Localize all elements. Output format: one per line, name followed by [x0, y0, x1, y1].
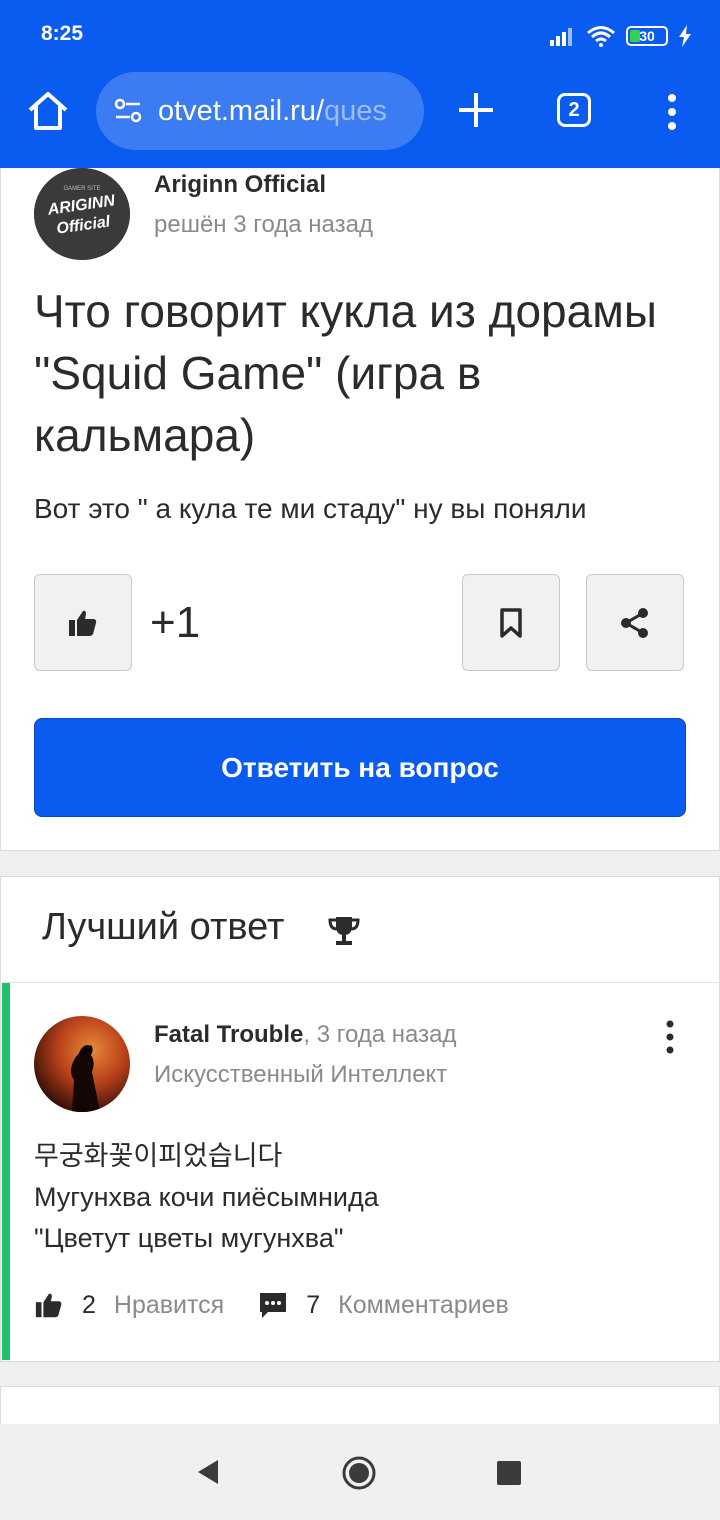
trophy-icon	[328, 917, 360, 945]
answer-line: Мугунхва кочи пиёсымнида	[34, 1182, 379, 1212]
best-answer-accent	[2, 983, 10, 1360]
recents-icon[interactable]	[497, 1461, 521, 1485]
best-answer-heading: Лучший ответ	[42, 906, 285, 948]
like-button[interactable]	[34, 574, 132, 671]
status-icons: 30	[550, 22, 692, 50]
answer-author-avatar[interactable]	[34, 1016, 130, 1112]
answer-footer: 2 Нравится 7 Комментариев	[34, 1290, 509, 1320]
card-divider	[2, 982, 718, 983]
question-author-name[interactable]: Ariginn Official	[154, 171, 326, 199]
bookmark-icon	[500, 607, 522, 638]
answer-like-label[interactable]: Нравится	[114, 1291, 224, 1320]
signal-icon	[550, 28, 572, 46]
tabs-button[interactable]: 2	[557, 93, 591, 127]
answer-like-count: 2	[82, 1290, 96, 1319]
back-icon[interactable]	[196, 1458, 220, 1486]
answer-comment-label[interactable]: Комментариев	[338, 1291, 509, 1320]
answer-more-icon[interactable]	[660, 1020, 680, 1054]
svg-text:GAMER SITE: GAMER SITE	[63, 186, 100, 192]
thumbs-up-icon[interactable]	[34, 1290, 64, 1320]
author-avatar[interactable]: GAMER SITE ARIGINN Official	[34, 168, 130, 260]
wifi-icon	[587, 26, 615, 47]
answer-comment-count: 7	[306, 1290, 321, 1319]
address-bar[interactable]: otvet.mail.ru/ques	[96, 72, 424, 150]
home-nav-icon[interactable]	[341, 1455, 377, 1491]
answer-author-line: Fatal Trouble, 3 года назад	[154, 1021, 456, 1049]
answer-text: 무궁화꽃이피었습니다 Мугунхва кочи пиёсымнида "Цве…	[34, 1136, 379, 1259]
home-icon[interactable]	[24, 86, 72, 134]
plus-icon[interactable]	[456, 90, 496, 130]
charging-icon	[679, 25, 691, 47]
question-status: решён 3 года назад	[154, 211, 373, 238]
thumbs-up-icon	[69, 610, 97, 636]
question-like-count: +1	[150, 598, 201, 647]
answer-question-button[interactable]: Ответить на вопрос	[34, 718, 686, 817]
answer-time: , 3 года назад	[303, 1021, 457, 1048]
site-settings-icon[interactable]	[112, 95, 144, 127]
answer-author-role: Искусственный Интеллект	[154, 1061, 448, 1088]
status-time: 8:25	[41, 22, 84, 45]
menu-icon[interactable]	[660, 92, 684, 132]
share-icon	[621, 607, 648, 638]
comment-icon[interactable]	[258, 1290, 288, 1320]
answer-line: 무궁화꽃이피었습니다	[34, 1141, 283, 1171]
battery-level: 30	[639, 28, 655, 44]
question-body: Вот это " а кула те ми стаду" ну вы поня…	[34, 493, 587, 524]
answer-author-name[interactable]: Fatal Trouble	[154, 1021, 303, 1048]
share-button[interactable]	[586, 574, 684, 671]
bookmark-button[interactable]	[462, 574, 560, 671]
url-text[interactable]: otvet.mail.ru/ques	[158, 95, 387, 128]
answer-line: "Цветут цветы мугунхва"	[34, 1223, 344, 1253]
question-title: Что говорит кукла из дорамы "Squid Game"…	[34, 285, 657, 461]
battery-icon: 30	[626, 26, 668, 46]
